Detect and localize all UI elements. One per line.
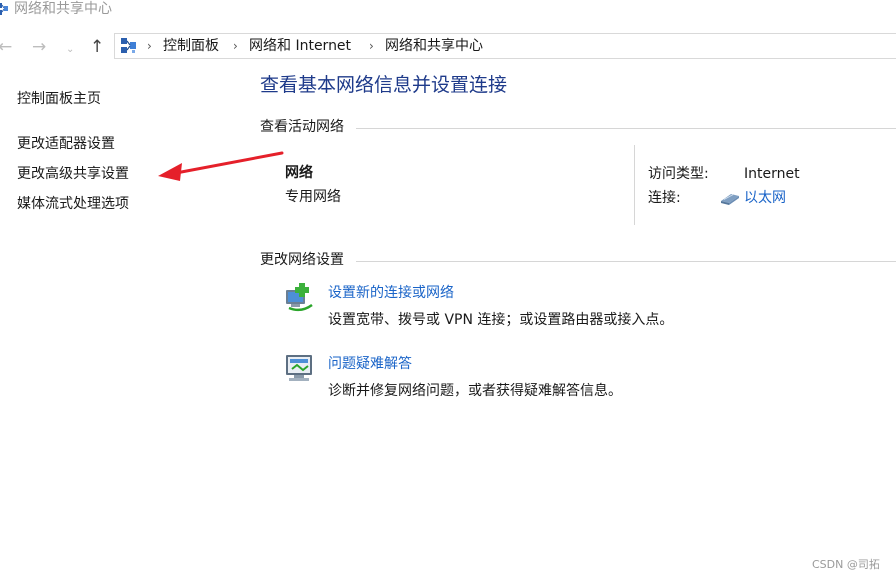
breadcrumb-separator[interactable]: › (147, 38, 152, 55)
media-streaming-options-link[interactable]: 媒体流式处理选项 (17, 195, 129, 213)
ethernet-icon[interactable] (719, 190, 741, 206)
address-bar[interactable]: › 控制面板 › 网络和 Internet › 网络和共享中心 (114, 33, 896, 59)
access-type-value: Internet (744, 166, 800, 182)
vertical-divider (634, 145, 635, 225)
breadcrumb-separator[interactable]: › (233, 38, 238, 55)
breadcrumb-control-panel[interactable]: 控制面板 (163, 38, 219, 55)
window-title: 网络和共享中心 (14, 1, 112, 17)
network-category: 专用网络 (285, 189, 341, 205)
new-connection-icon (286, 283, 313, 312)
breadcrumb-network-internet[interactable]: 网络和 Internet (249, 38, 351, 55)
active-networks-heading: 查看活动网络 (260, 119, 344, 135)
up-button[interactable]: ↑ (90, 37, 104, 57)
red-arrow-annotation (158, 151, 284, 181)
recent-locations-button[interactable]: ⌄ (66, 40, 74, 60)
page-title: 查看基本网络信息并设置连接 (260, 74, 508, 96)
title-bar: 网络和共享中心 (0, 0, 896, 20)
breadcrumb-sharing-center[interactable]: 网络和共享中心 (385, 38, 483, 55)
change-settings-heading: 更改网络设置 (260, 252, 344, 268)
back-button[interactable]: ← (0, 37, 12, 57)
section-divider (356, 261, 896, 262)
network-name: 网络 (285, 165, 313, 181)
troubleshoot-icon (286, 355, 312, 381)
watermark: CSDN @司拓 (812, 558, 880, 571)
troubleshoot-description: 诊断并修复网络问题，或者获得疑难解答信息。 (328, 383, 622, 399)
forward-button[interactable]: → (32, 37, 46, 57)
change-adapter-settings-link[interactable]: 更改适配器设置 (17, 135, 115, 153)
control-panel-home-link[interactable]: 控制面板主页 (17, 90, 101, 108)
control-panel-icon (121, 38, 136, 53)
section-divider (356, 128, 896, 129)
setup-connection-description: 设置宽带、拨号或 VPN 连接；或设置路由器或接入点。 (328, 312, 674, 328)
access-type-label: 访问类型: (648, 166, 709, 182)
setup-connection-link[interactable]: 设置新的连接或网络 (328, 284, 454, 302)
network-center-icon (0, 3, 8, 15)
ethernet-connection-link[interactable]: 以太网 (744, 189, 786, 207)
change-advanced-sharing-link[interactable]: 更改高级共享设置 (17, 165, 129, 183)
breadcrumb-separator[interactable]: › (369, 38, 374, 55)
troubleshoot-link[interactable]: 问题疑难解答 (328, 355, 412, 373)
connections-label: 连接: (648, 190, 681, 206)
